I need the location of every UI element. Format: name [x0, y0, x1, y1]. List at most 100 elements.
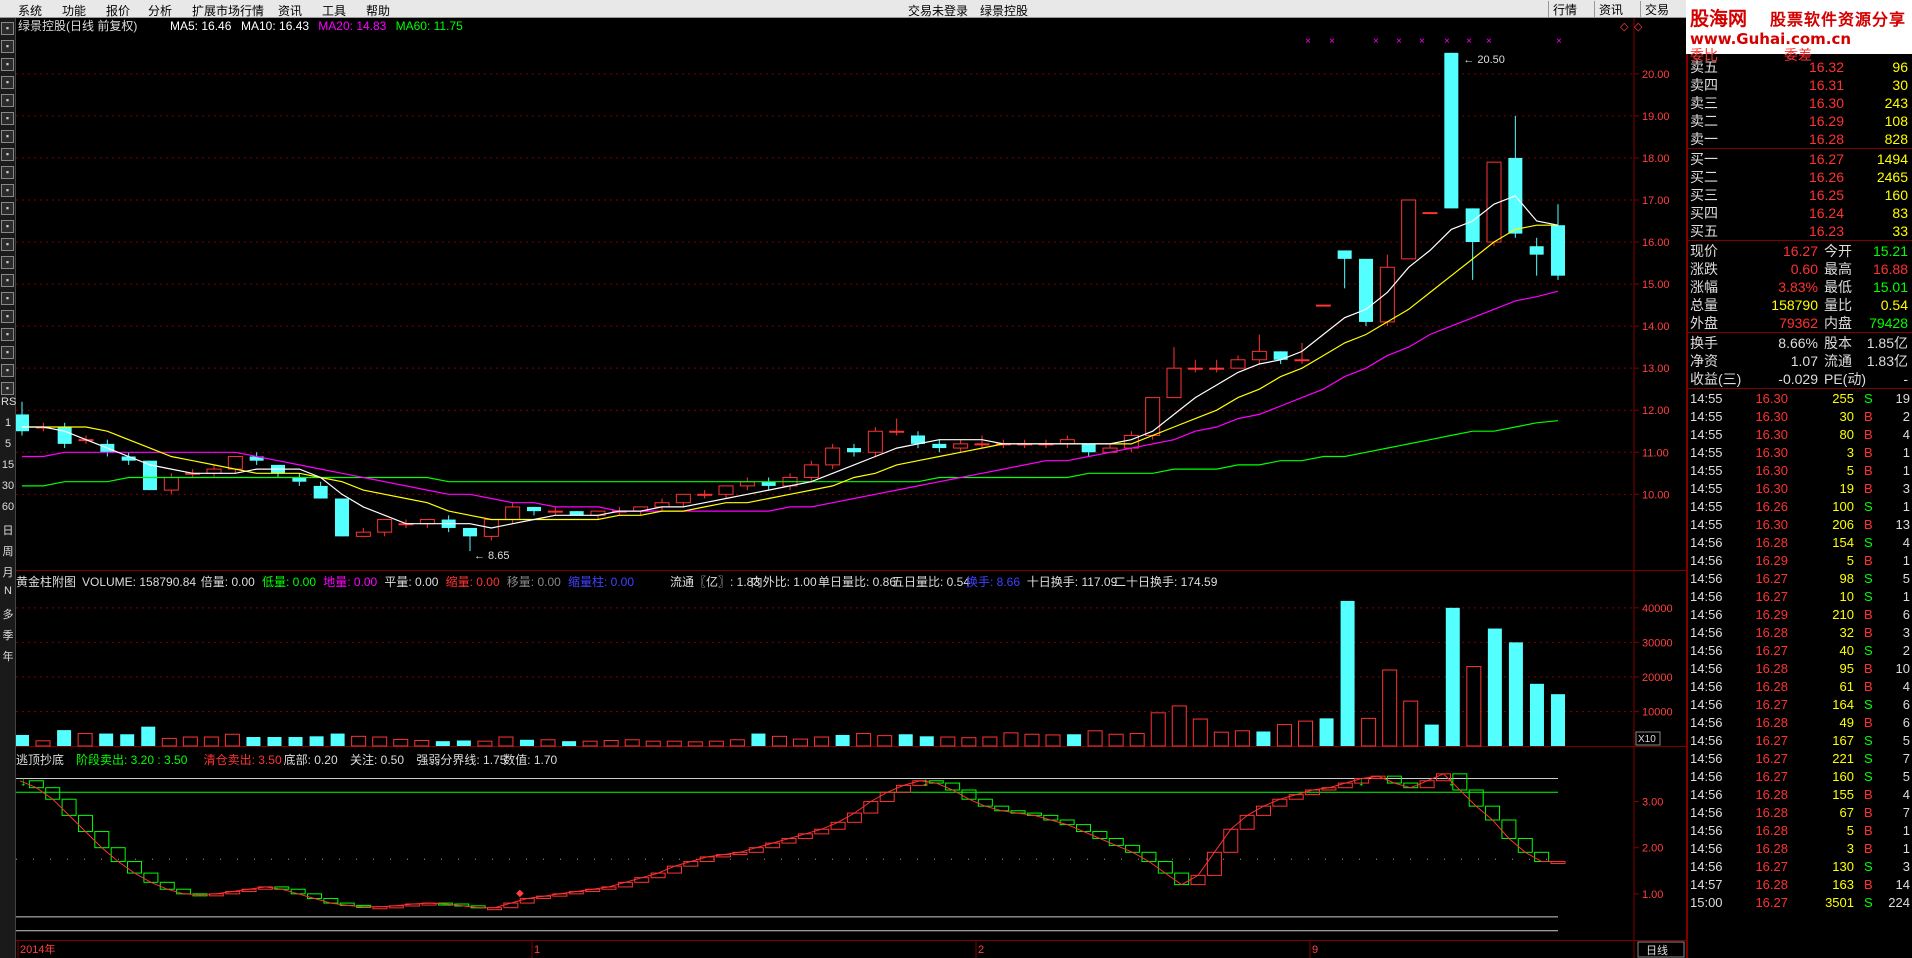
tick-direction: S	[1864, 391, 1873, 406]
period-button[interactable]: 60	[1, 501, 15, 513]
pen-icon[interactable]: ▪	[1, 292, 14, 305]
tick-direction: S	[1864, 895, 1873, 910]
search-icon[interactable]: ▪	[1, 148, 14, 161]
grid-icon[interactable]: ▪	[1, 94, 14, 107]
bid-volume: 160	[1884, 187, 1908, 203]
period-button[interactable]: 季	[1, 627, 15, 643]
bar-icon[interactable]: ▪	[1, 130, 14, 143]
candle-body	[505, 506, 521, 521]
box-icon[interactable]: ▪	[1, 328, 14, 341]
candle-body	[1379, 266, 1395, 323]
list-icon[interactable]: ▪	[1, 112, 14, 125]
period-button[interactable]: 1	[1, 417, 15, 429]
tick-volume: 40	[1839, 643, 1854, 658]
tick-price: 16.29	[1755, 553, 1788, 568]
period-button[interactable]: 多	[1, 606, 15, 622]
volume-bar	[1403, 700, 1419, 747]
candle-body	[932, 443, 947, 449]
menu-item[interactable]: 帮助	[366, 2, 390, 19]
logo-subtitle: 股票软件资源分享	[1770, 12, 1907, 29]
tick-volume: 19	[1839, 481, 1854, 496]
period-button[interactable]: 30	[1, 480, 15, 492]
tick-direction: B	[1864, 463, 1873, 478]
period-button[interactable]: RSI	[1, 396, 19, 408]
sell-signal-arrow: ↓	[20, 773, 27, 788]
period-button[interactable]: 日	[1, 522, 15, 538]
tick-row: 14:56 16.29 210 B 6	[1688, 606, 1912, 624]
volume-bar	[540, 739, 556, 747]
period-button[interactable]: 周	[1, 543, 15, 559]
tick-count: 4	[1902, 427, 1910, 442]
volume-bar	[1445, 607, 1460, 746]
chart-icon[interactable]: ▪	[1, 76, 14, 89]
calc-icon[interactable]: ▪	[1, 364, 14, 377]
window-icon[interactable]: ▪	[1, 220, 14, 233]
pingliang-value: 平量: 0.00	[384, 575, 438, 589]
tool-icon[interactable]: ▪	[1, 238, 14, 251]
diliang2-value: 地量: 0.00	[323, 575, 377, 589]
ask-volume: 96	[1892, 59, 1908, 75]
volume-bar	[687, 741, 703, 747]
tick-time: 14:55	[1690, 427, 1723, 442]
stock-name-title: 绿景控股	[980, 4, 1029, 18]
tick-volume: 95	[1839, 661, 1854, 676]
print-icon[interactable]: ▪	[1, 346, 14, 359]
tick-time: 14:56	[1690, 679, 1723, 694]
cross-icon[interactable]: ▪	[1, 256, 14, 269]
tick-volume: 164	[1832, 697, 1854, 712]
settings-icon[interactable]: ▪	[1, 166, 14, 179]
wuri-ratio: 五日量比: 0.54	[892, 575, 970, 589]
period-button[interactable]: N	[1, 585, 15, 597]
period-button[interactable]: 年	[1, 648, 15, 664]
right-tab[interactable]: 行情	[1548, 1, 1581, 17]
tick-row: 14:56 16.28 3 B 1	[1688, 840, 1912, 858]
report-icon[interactable]: ▪	[1, 202, 14, 215]
right-tab[interactable]: 交易	[1640, 1, 1673, 17]
volume-bar	[982, 736, 998, 747]
candle-body	[1422, 212, 1438, 215]
bid-price: 16.25	[1808, 187, 1844, 203]
tick-direction: B	[1864, 661, 1873, 676]
zoom-icon[interactable]: ▪	[1, 184, 14, 197]
home-icon[interactable]: ▪	[1, 22, 14, 35]
bid-price: 16.23	[1808, 223, 1844, 239]
menu-item[interactable]: 系统	[18, 2, 42, 19]
note-icon[interactable]: ▪	[1, 382, 14, 395]
candle-body	[654, 502, 670, 508]
forward-icon[interactable]: ▪	[1, 58, 14, 71]
back-icon[interactable]: ▪	[1, 40, 14, 53]
ask-volume: 243	[1884, 95, 1908, 111]
period-button[interactable]: 月	[1, 564, 15, 580]
tick-time: 14:56	[1690, 697, 1723, 712]
candle-body	[1315, 304, 1331, 307]
volume-bar	[1234, 730, 1250, 747]
tick-price: 16.30	[1755, 463, 1788, 478]
chart-background	[16, 18, 1686, 958]
tick-direction: S	[1864, 697, 1873, 712]
period-button[interactable]: 15	[1, 459, 15, 471]
bottom-value: 底部: 0.20	[284, 752, 338, 767]
arrow-icon[interactable]: ▪	[1, 274, 14, 287]
menu-item[interactable]: 资讯	[278, 2, 302, 19]
tick-time: 14:56	[1690, 553, 1723, 568]
menu-item[interactable]: 扩展市场行情	[192, 2, 264, 19]
volume-bar	[1466, 666, 1482, 747]
menu-item[interactable]: 报价	[106, 2, 130, 19]
doc-icon[interactable]: ▪	[1, 310, 14, 323]
extra-label: 收益(三)	[1690, 371, 1742, 387]
stats-separator	[1688, 240, 1912, 241]
chart-area[interactable]: 20.00 19.00 18.00 17.00 16.00 15.00 14.00 13.00…	[15, 18, 1686, 958]
tick-volume: 3501	[1825, 895, 1854, 910]
menu-item[interactable]: 功能	[62, 2, 86, 19]
menu-item[interactable]: 工具	[322, 2, 346, 19]
bid-label: 买二	[1690, 169, 1718, 185]
menu-item[interactable]: 分析	[148, 2, 172, 19]
period-button[interactable]: 5	[1, 438, 15, 450]
right-tab[interactable]: 资讯	[1594, 1, 1627, 17]
tick-row: 14:55 16.30 3 B 1	[1688, 444, 1912, 462]
signal-marker: ×	[1419, 36, 1425, 47]
ask-row: 卖三 16.30 243	[1688, 94, 1912, 112]
x-axis-label: 1	[534, 944, 540, 956]
candle-body	[697, 493, 713, 496]
tick-volume: 98	[1839, 571, 1854, 586]
